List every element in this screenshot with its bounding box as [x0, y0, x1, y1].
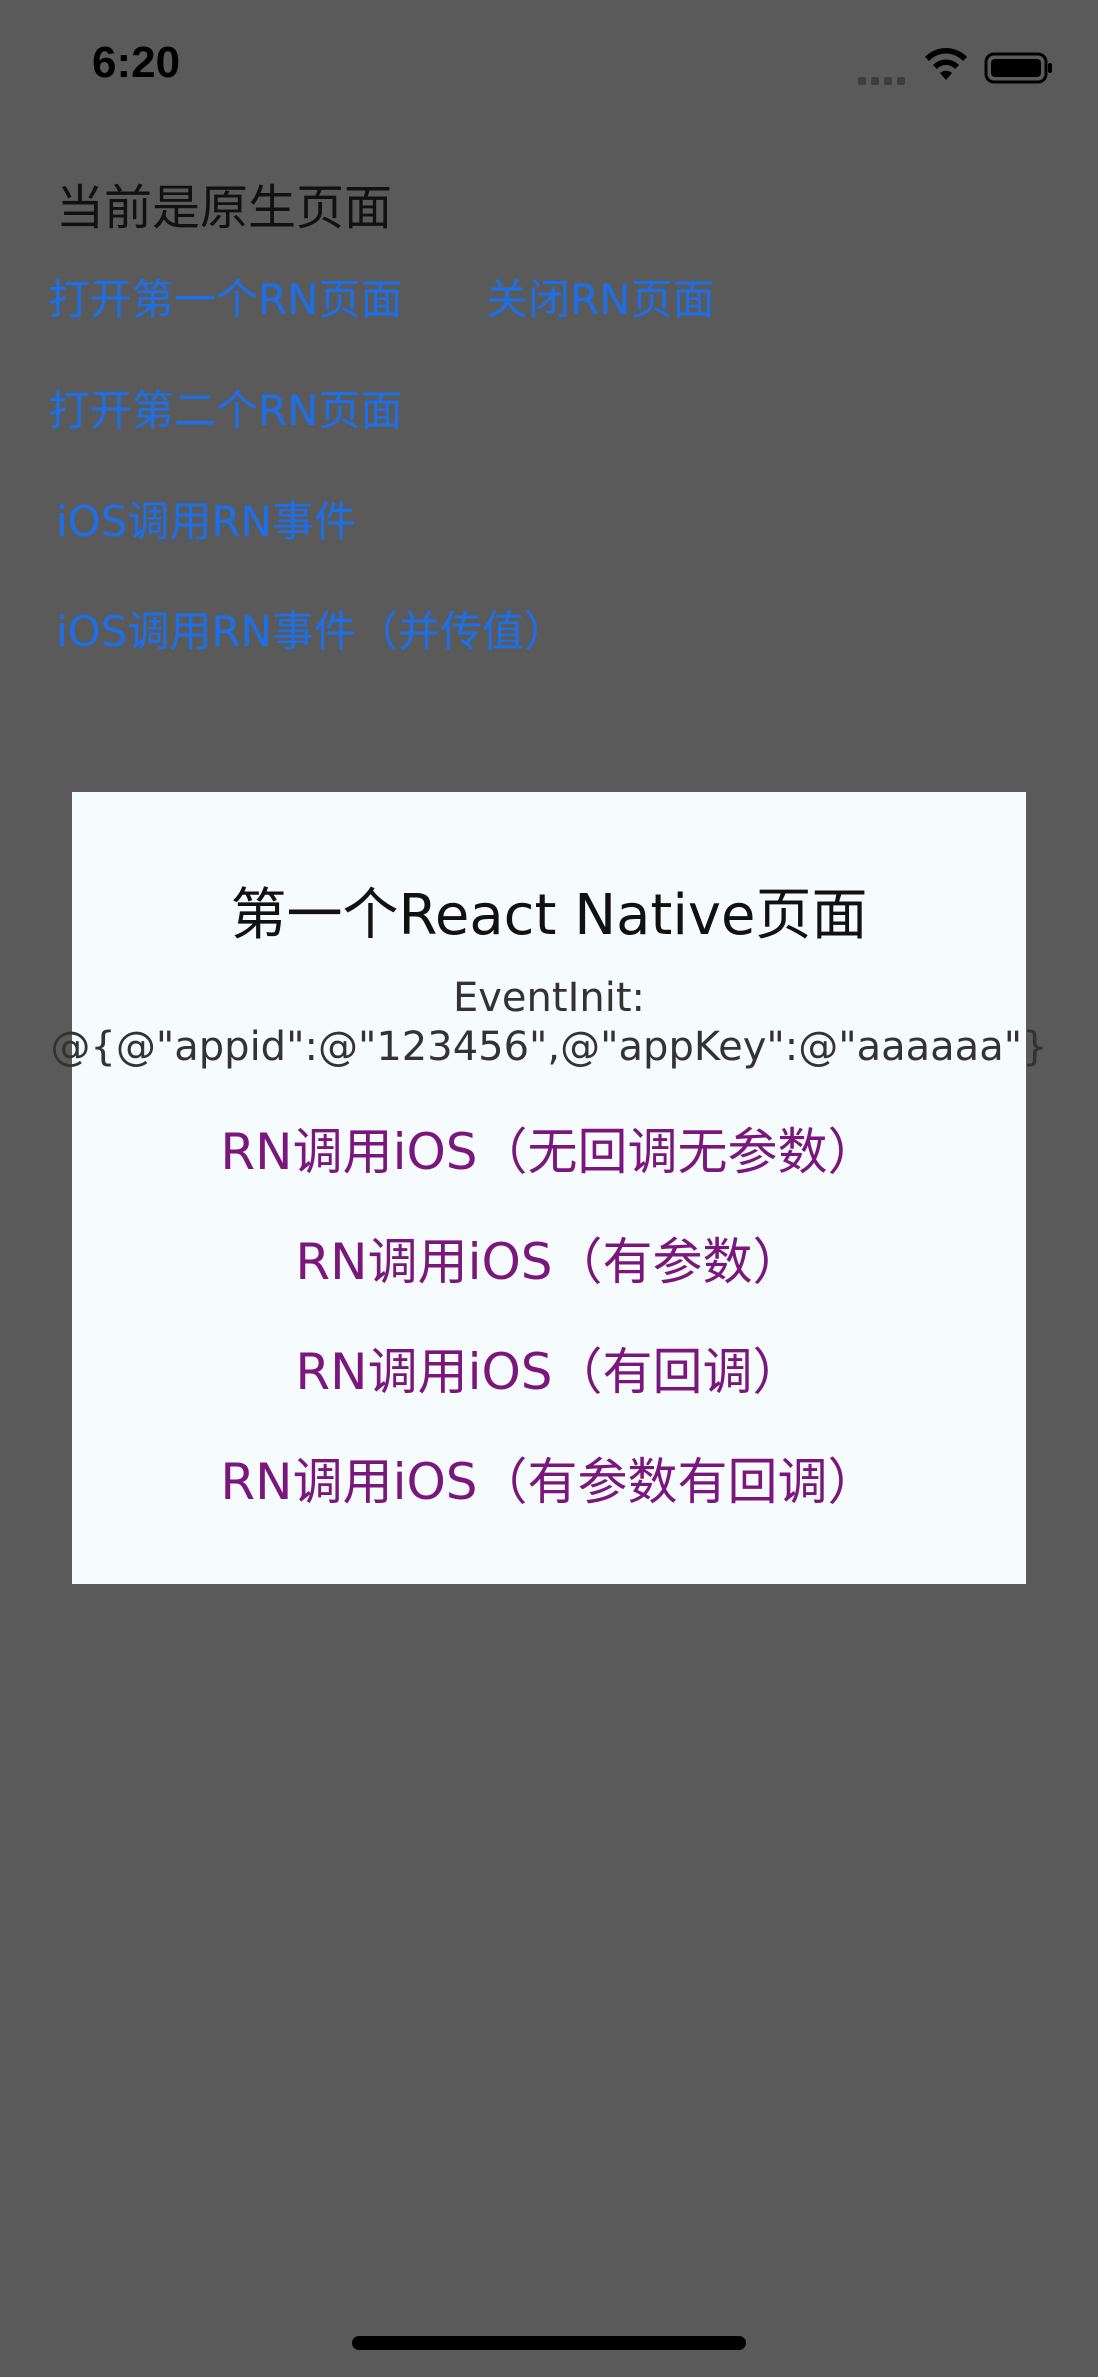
ios-call-rn-event-with-value-button[interactable]: iOS调用RN事件（并传值） — [56, 598, 566, 659]
open-first-rn-page-button[interactable]: 打开第一个RN页面 — [48, 266, 403, 327]
close-rn-page-button[interactable]: 关闭RN页面 — [486, 266, 715, 327]
home-indicator — [352, 2336, 746, 2350]
event-init-value: @{@"appid":@"123456",@"appKey":@"aaaaaa"… — [50, 1024, 1048, 1070]
rn-call-ios-with-param-and-callback-button[interactable]: RN调用iOS（有参数有回调） — [0, 1442, 1098, 1514]
event-init-label: EventInit: — [452, 975, 645, 1021]
ios-call-rn-event-button[interactable]: iOS调用RN事件 — [56, 488, 356, 549]
native-page-title: 当前是原生页面 — [56, 180, 393, 236]
rn-call-ios-with-callback-button[interactable]: RN调用iOS（有回调） — [0, 1332, 1098, 1404]
rn-call-ios-no-callback-no-param-button[interactable]: RN调用iOS（无回调无参数） — [0, 1112, 1098, 1184]
open-second-rn-page-button[interactable]: 打开第二个RN页面 — [48, 377, 403, 438]
rn-page-title: 第一个React Native页面 — [230, 883, 868, 948]
rn-call-ios-with-param-button[interactable]: RN调用iOS（有参数） — [0, 1222, 1098, 1294]
